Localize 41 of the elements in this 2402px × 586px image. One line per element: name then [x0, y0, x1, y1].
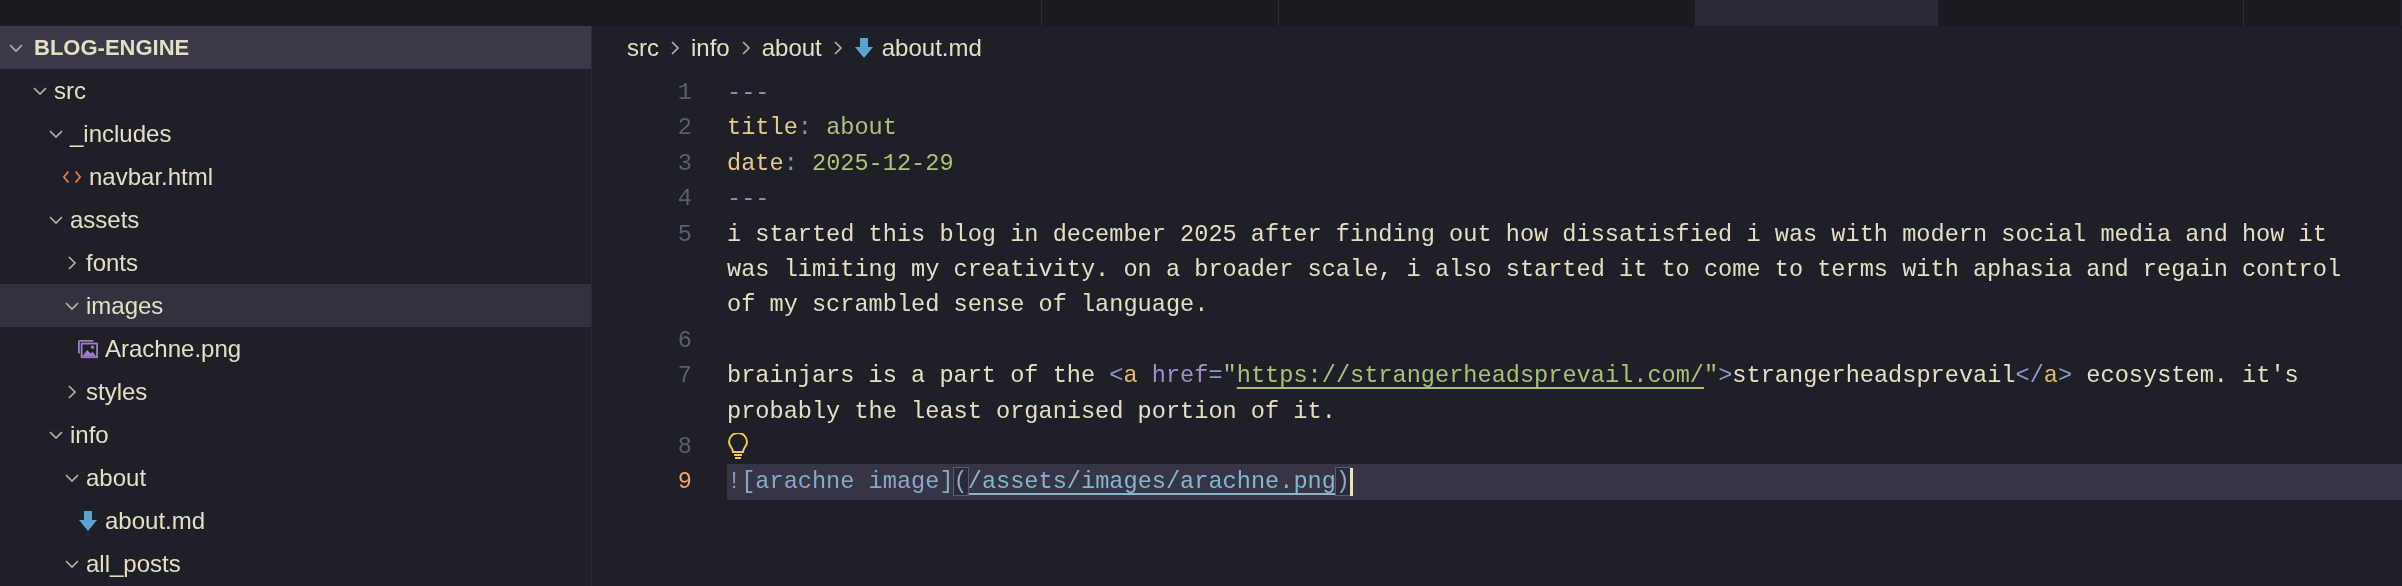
code-line: brainjars is a part of the <a href="https://strangerheadsprevail.com/">strangerheadsprevail</a> ecosystem. it's — [727, 361, 2299, 392]
folder-item[interactable]: info — [0, 413, 591, 456]
line-number: 9 — [677, 468, 692, 496]
line-number: 1 — [677, 79, 692, 106]
breadcrumb-item[interactable]: src — [627, 30, 659, 66]
line-number: 8 — [677, 432, 692, 460]
file-item[interactable]: navbar.html — [0, 155, 591, 198]
line-number: 5 — [677, 220, 692, 248]
code-line: was limiting my creativity. on a broader scale, i also started it to come to terms with aphasia and regain control — [727, 254, 2342, 285]
folder-item[interactable]: fonts — [0, 241, 591, 284]
folder-item[interactable]: all_posts — [0, 542, 591, 585]
project-title: BLOG-ENGINE — [34, 34, 190, 62]
line-number: 4 — [677, 185, 692, 213]
file-item[interactable]: Arachne.png — [0, 327, 591, 370]
file-item[interactable]: about.md — [0, 499, 591, 542]
breadcrumb-item[interactable]: about — [761, 30, 822, 66]
code-line: title: about — [727, 113, 897, 144]
down-arrow-icon — [78, 509, 98, 532]
folder-item[interactable]: images — [0, 284, 591, 327]
folder-item[interactable]: assets — [0, 198, 591, 241]
breadcrumb-item[interactable]: about.md — [853, 30, 982, 66]
code-line: date: 2025-12-29 — [727, 148, 954, 179]
code-line: probably the least organised portion of it. — [727, 396, 1336, 427]
code-line: ![arachne image](/assets/images/arachne.png) — [727, 467, 1351, 498]
down-arrow-icon — [853, 37, 874, 59]
folder-item[interactable]: src — [0, 69, 591, 112]
line-number: 7 — [677, 362, 692, 390]
code-line: i started this blog in december 2025 after finding out how dissatisfied i was with modern social media and how it — [727, 219, 2327, 250]
code-line: --- — [727, 78, 770, 108]
line-number: 6 — [677, 326, 692, 354]
folder-item[interactable]: styles — [0, 370, 591, 413]
folder-item[interactable]: _includes — [0, 112, 591, 155]
line-number: 2 — [677, 114, 692, 142]
explorer-header[interactable]: BLOG-ENGINE — [0, 26, 591, 69]
code-line: of my scrambled sense of language. — [727, 290, 1209, 321]
lightbulb-icon[interactable] — [727, 432, 749, 461]
image-icon — [78, 337, 98, 360]
code-line: --- — [727, 184, 770, 215]
line-number: 3 — [677, 149, 692, 177]
folder-item[interactable]: about — [0, 456, 591, 499]
breadcrumb-item[interactable]: info — [691, 30, 730, 66]
